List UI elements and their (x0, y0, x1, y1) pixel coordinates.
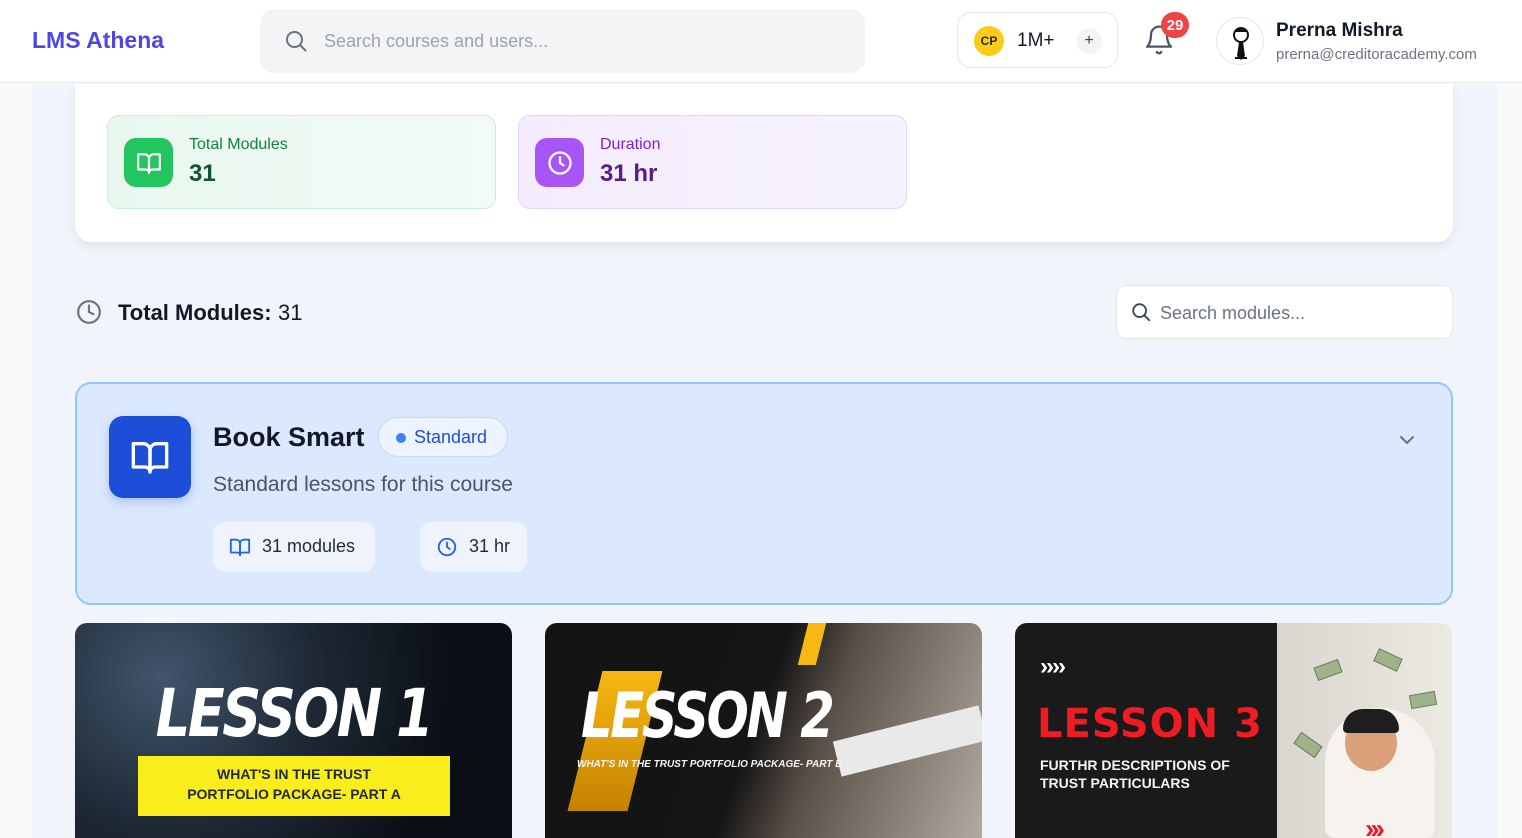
money-bill-icon (1313, 658, 1343, 682)
avatar-illustration-icon (1233, 27, 1249, 60)
money-bill-icon (1408, 690, 1438, 710)
global-search-box[interactable] (260, 9, 865, 73)
lesson-subtitle-line: TRUST PARTICULARS (1040, 775, 1190, 791)
stat-label: Duration (600, 136, 661, 153)
lesson-card-3[interactable]: ›››› LESSON 3 FURTHR DESCRIPTIONS OF TRU… (1015, 623, 1452, 838)
cp-coin-icon: CP (974, 26, 1004, 56)
lesson-card-1[interactable]: LESSON 1 WHAT'S IN THE TRUST PORTFOLIO P… (75, 623, 512, 838)
lesson-card-2[interactable]: LESSON 2 WHAT'S IN THE TRUST PORTFOLIO P… (545, 623, 982, 838)
person-hair-illustration (1343, 709, 1399, 733)
document-illustration (832, 705, 982, 777)
brand-logo[interactable]: LMS Athena (32, 27, 164, 54)
chip-label: 31 hr (469, 536, 511, 556)
lesson-subtitle: WHAT'S IN THE TRUST PORTFOLIO PACKAGE- P… (577, 759, 843, 770)
lesson-subtitle-line: WHAT'S IN THE TRUST (217, 766, 371, 782)
clock-icon (535, 138, 584, 187)
search-icon (286, 31, 307, 52)
money-bill-icon (1373, 648, 1403, 672)
lesson-subtitle-line: PORTFOLIO PACKAGE- PART A (187, 786, 401, 802)
money-bill-icon (1293, 731, 1323, 759)
book-icon (109, 416, 191, 498)
total-modules-value: 31 (278, 300, 303, 325)
chip-label: 31 modules (262, 536, 356, 556)
course-type-badge: Standard (378, 417, 508, 457)
arrows-icon: ›››› (1040, 653, 1066, 680)
duration-stat: Duration 31 hr (518, 115, 907, 209)
global-search-input[interactable] (324, 27, 824, 55)
total-modules-label: Total Modules: (118, 300, 272, 325)
modules-count-chip: 31 modules (213, 522, 375, 572)
avatar[interactable] (1216, 17, 1264, 65)
user-email: prerna@creditoracademy.com (1276, 46, 1477, 63)
status-dot-icon (396, 433, 406, 443)
clock-icon (437, 537, 457, 557)
duration-chip: 31 hr (420, 522, 527, 572)
course-description: Standard lessons for this course (213, 473, 513, 496)
points-value: 1M+ (1017, 30, 1055, 51)
chevrons-icon: ››› (1365, 813, 1385, 838)
clock-icon (77, 300, 101, 324)
course-section-card[interactable]: Book Smart Standard Standard lessons for… (75, 382, 1453, 605)
stat-value: 31 hr (600, 160, 658, 187)
badge-label: Standard (414, 427, 488, 447)
stat-label: Total Modules (189, 136, 288, 153)
stat-value: 31 (189, 160, 216, 187)
course-title: Book Smart (213, 422, 365, 452)
module-search-input[interactable] (1160, 300, 1440, 326)
add-points-button[interactable]: + (1076, 28, 1102, 54)
lesson-subtitle-line: FURTHR DESCRIPTIONS OF (1040, 757, 1230, 773)
lesson-title: LESSON 2 (581, 679, 835, 752)
lesson-title: LESSON 1 (155, 675, 434, 752)
top-header: LMS Athena CP 1M+ + 29 Prerna Mishra pre… (0, 0, 1522, 83)
search-icon (1132, 303, 1151, 322)
decorative-stripe (797, 623, 827, 665)
user-name: Prerna Mishra (1276, 20, 1403, 41)
module-search-box[interactable] (1116, 285, 1453, 339)
notification-count-badge[interactable]: 29 (1161, 12, 1189, 38)
chevron-down-icon[interactable] (1395, 428, 1419, 452)
lesson-title: LESSON 3 (1037, 701, 1263, 747)
book-icon (124, 138, 173, 187)
points-widget[interactable]: CP 1M+ + (957, 12, 1118, 68)
total-modules-stat: Total Modules 31 (107, 115, 496, 209)
book-icon (229, 538, 251, 557)
